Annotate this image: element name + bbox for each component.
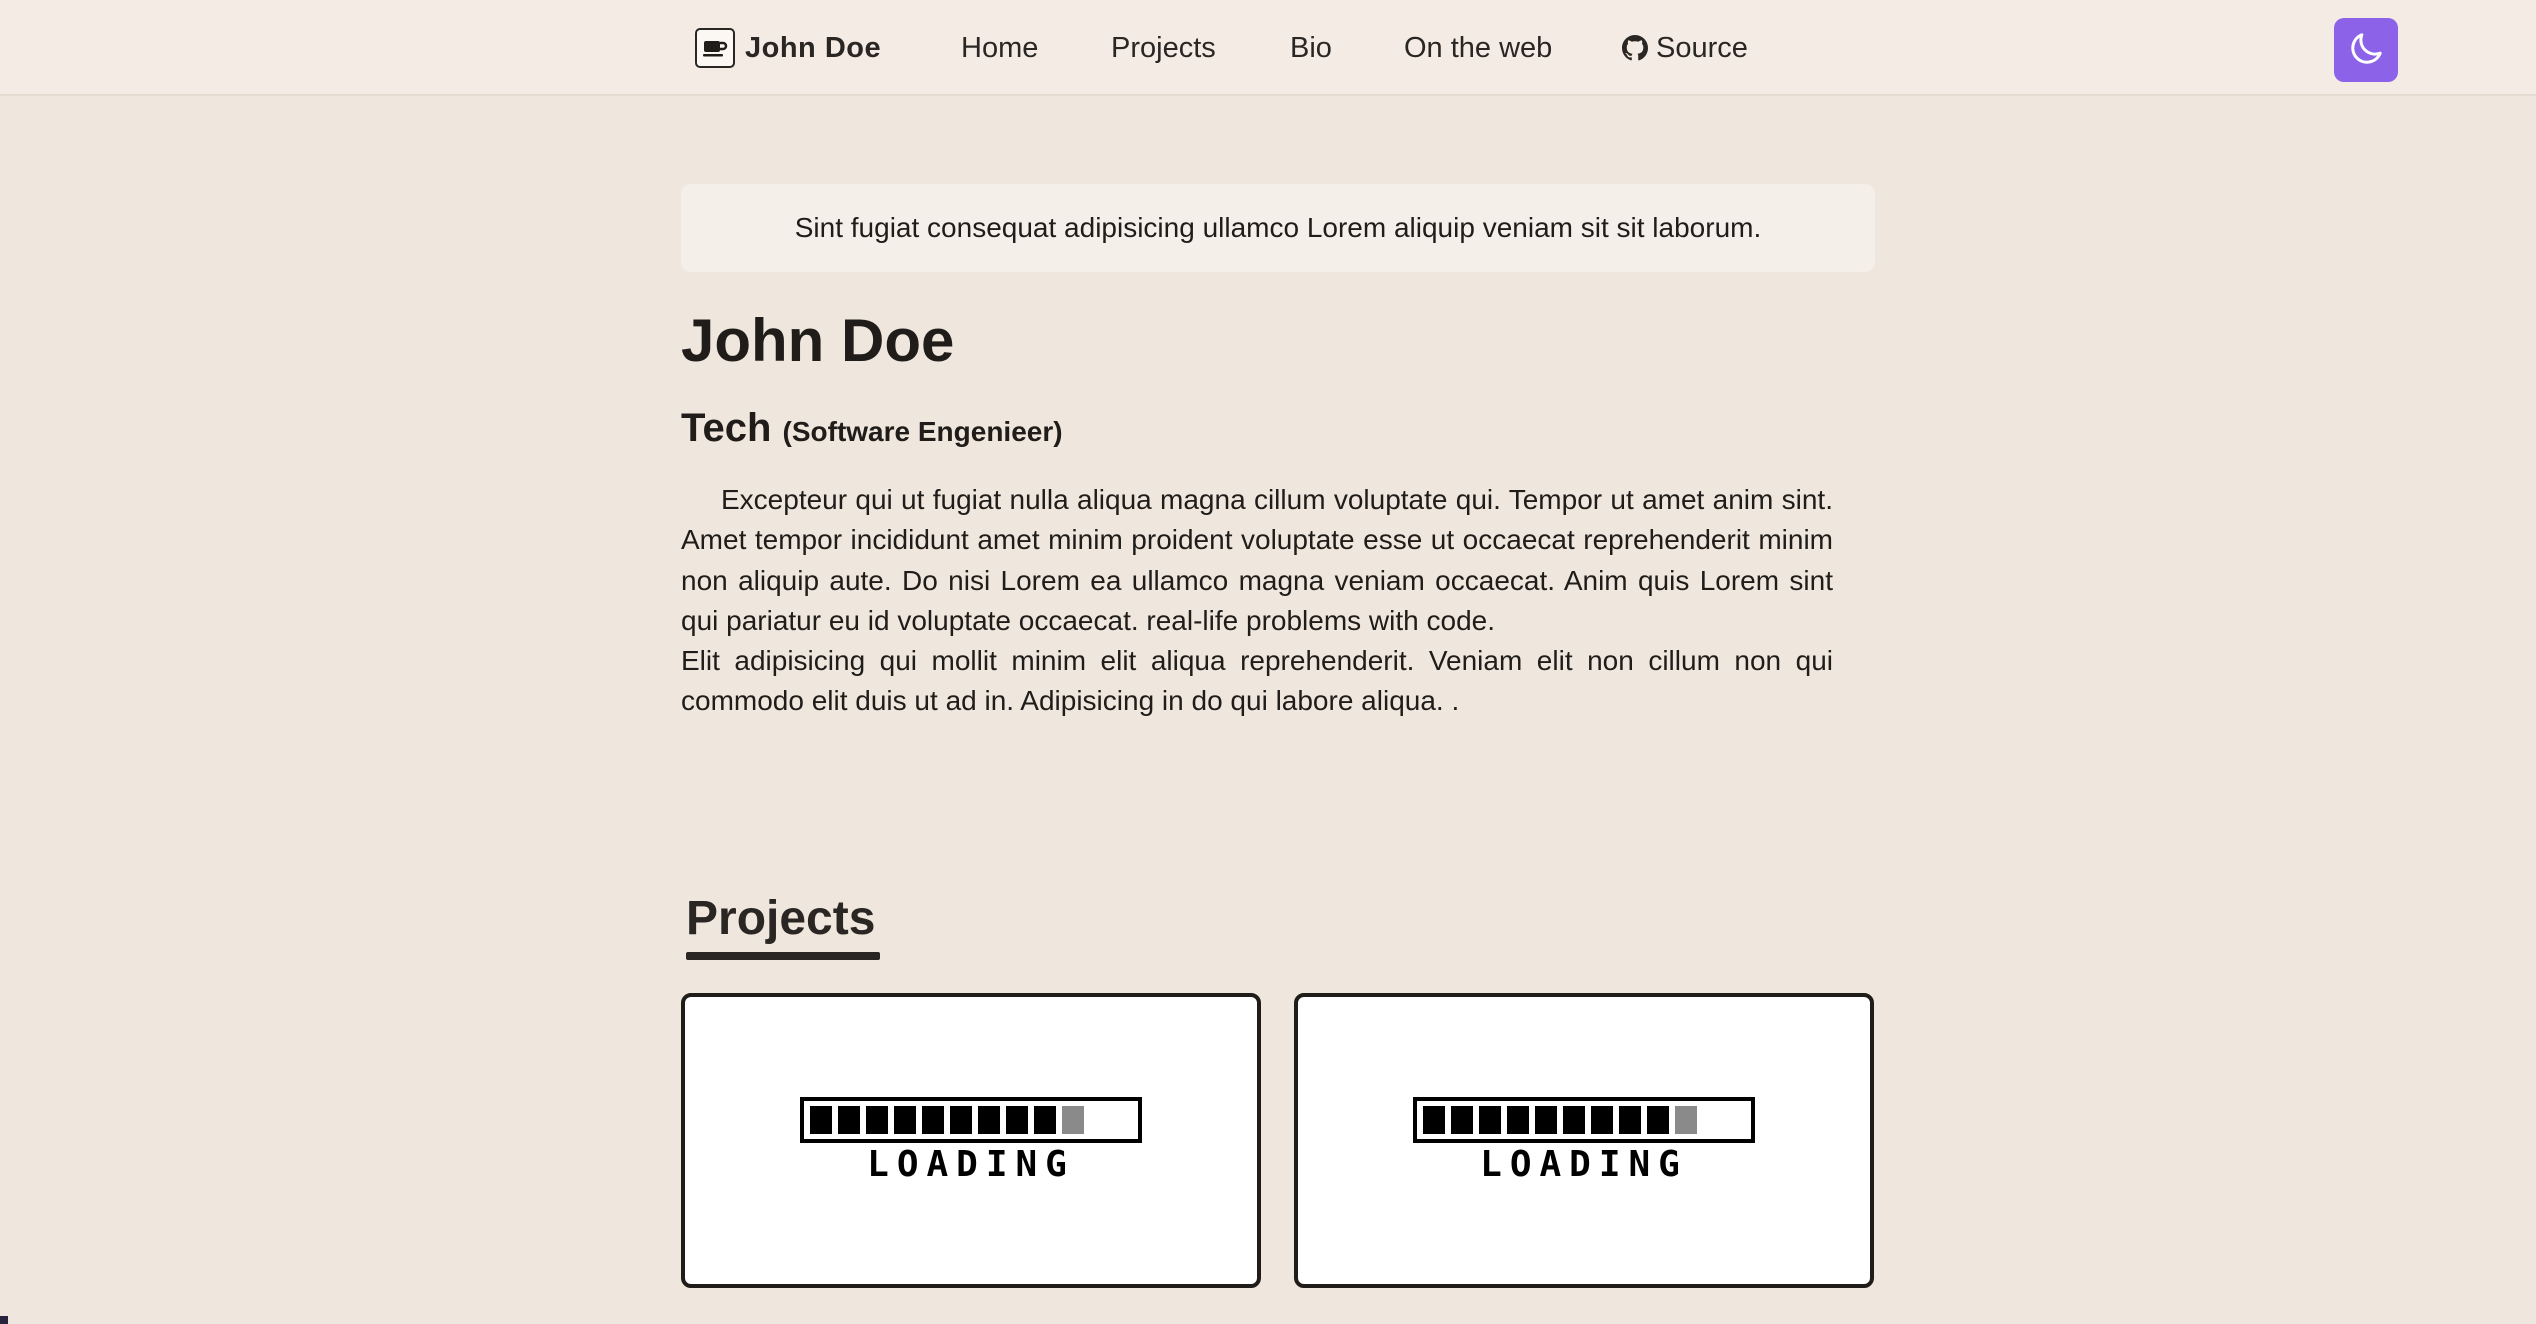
loading-indicator: LOADING (1413, 1096, 1755, 1185)
progress-segment (922, 1105, 944, 1134)
progress-segment (1563, 1105, 1585, 1134)
nav-link-bio[interactable]: Bio (1290, 24, 1332, 72)
intro-banner: Sint fugiat consequat adipisicing ullamc… (681, 184, 1875, 272)
profile-field: Tech (681, 406, 772, 450)
bio-paragraph: Elit adipisicing qui mollit minim elit a… (681, 645, 1833, 717)
nav-link-projects[interactable]: Projects (1111, 24, 1216, 72)
progress-segment-partial (1062, 1105, 1084, 1134)
progress-segment (1535, 1105, 1557, 1134)
progress-segment (978, 1105, 1000, 1134)
brand-link[interactable]: John Doe (695, 24, 881, 72)
progress-segment (1479, 1105, 1501, 1134)
progress-segment (810, 1105, 832, 1134)
profile-role: (Software Engenieer) (782, 416, 1063, 447)
section-title-underline (686, 952, 880, 960)
progress-segment (1423, 1105, 1445, 1134)
progress-segment (894, 1105, 916, 1134)
moon-icon (2346, 29, 2386, 72)
project-card[interactable]: LOADING (1294, 993, 1874, 1288)
progress-segment (1006, 1105, 1028, 1134)
progress-segment (1647, 1105, 1669, 1134)
progress-segment (1619, 1105, 1641, 1134)
nav-link-source-label: Source (1656, 32, 1748, 64)
theme-toggle-button[interactable] (2334, 18, 2398, 82)
nav-link-source[interactable]: Source (1622, 24, 1748, 72)
bio-paragraph: Excepteur qui ut fugiat nulla aliqua mag… (681, 484, 1833, 636)
progress-segment (866, 1105, 888, 1134)
progress-segment (838, 1105, 860, 1134)
project-card[interactable]: LOADING (681, 993, 1261, 1288)
window-corner (0, 1316, 8, 1324)
coffee-cup-icon (695, 28, 735, 68)
progress-segment-partial (1675, 1105, 1697, 1134)
brand-name: John Doe (745, 31, 882, 64)
loading-label: LOADING (867, 1143, 1075, 1185)
profile-subtitle: Tech (Software Engenieer) (681, 400, 1063, 460)
progress-segment (1451, 1105, 1473, 1134)
progress-segment (1034, 1105, 1056, 1134)
loading-progress-bar (800, 1096, 1142, 1143)
bio-text: Excepteur qui ut fugiat nulla aliqua mag… (681, 480, 1833, 722)
nav-link-on-the-web[interactable]: On the web (1404, 24, 1552, 72)
progress-segment (950, 1105, 972, 1134)
projects-section-title: Projects (686, 892, 876, 945)
top-navbar: John Doe Home Projects Bio On the web So… (0, 0, 2536, 96)
loading-progress-bar (1413, 1096, 1755, 1143)
intro-banner-text: Sint fugiat consequat adipisicing ullamc… (794, 212, 1762, 243)
loading-label: LOADING (1480, 1143, 1688, 1185)
nav-link-home[interactable]: Home (961, 24, 1038, 72)
progress-segment (1507, 1105, 1529, 1134)
loading-indicator: LOADING (800, 1096, 1142, 1185)
github-icon (1622, 35, 1648, 61)
progress-segment (1591, 1105, 1613, 1134)
page-title: John Doe (681, 307, 955, 374)
